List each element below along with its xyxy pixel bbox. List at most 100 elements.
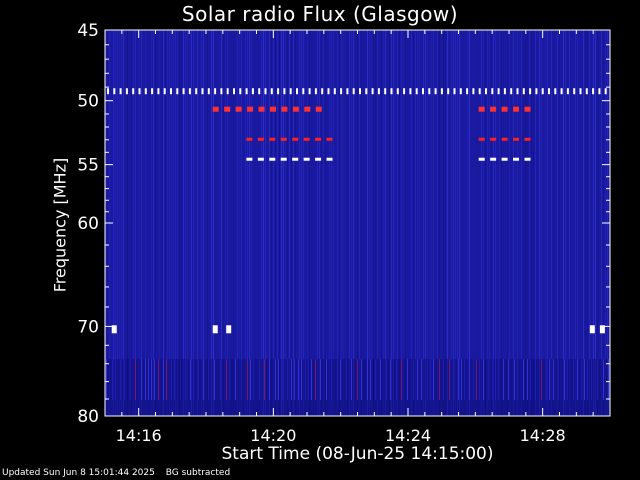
noise-streak bbox=[381, 30, 382, 416]
noise-streak bbox=[313, 30, 314, 416]
low-band-streak bbox=[584, 359, 585, 400]
noise-streak bbox=[247, 30, 248, 416]
noise-streak bbox=[205, 30, 206, 416]
noise-streak bbox=[405, 30, 406, 416]
low-band-streak bbox=[361, 359, 362, 400]
noise-streak bbox=[119, 30, 120, 416]
noise-streak bbox=[327, 30, 328, 416]
noise-streak bbox=[179, 30, 180, 416]
low-band-streak bbox=[407, 359, 408, 400]
noise-streak bbox=[357, 30, 358, 416]
rfi-dot bbox=[132, 88, 135, 95]
rfi-dash bbox=[524, 106, 531, 112]
noise-streak bbox=[579, 30, 580, 416]
noise-streak bbox=[315, 30, 316, 416]
rfi-dash bbox=[235, 106, 242, 112]
rfi-dot bbox=[503, 88, 506, 95]
rfi-dot bbox=[201, 88, 204, 95]
noise-streak bbox=[215, 30, 216, 416]
rfi-spot bbox=[226, 325, 232, 334]
rfi-dash bbox=[478, 137, 485, 141]
low-band-streak bbox=[275, 359, 276, 400]
rfi-dash bbox=[224, 106, 231, 112]
rfi-dot bbox=[151, 88, 154, 95]
rfi-dot bbox=[548, 88, 550, 95]
noise-streak bbox=[547, 30, 548, 416]
rfi-dot bbox=[340, 88, 343, 95]
noise-streak bbox=[237, 30, 238, 416]
low-band-streak bbox=[530, 359, 531, 400]
x-axis-label: Start Time (08-Jun-25 14:15:00) bbox=[221, 444, 494, 464]
noise-streak bbox=[477, 30, 478, 416]
noise-streak bbox=[133, 30, 134, 416]
noise-streak bbox=[167, 30, 168, 416]
low-band-streak bbox=[171, 359, 172, 400]
low-band-streak bbox=[135, 359, 136, 400]
noise-streak bbox=[597, 30, 598, 416]
rfi-dot bbox=[396, 88, 399, 95]
low-band-streak bbox=[577, 359, 578, 400]
rfi-dot bbox=[138, 88, 141, 95]
noise-streak bbox=[123, 30, 124, 416]
noise-streak bbox=[311, 30, 312, 416]
low-band-streak bbox=[148, 359, 149, 400]
rfi-dot bbox=[233, 88, 235, 95]
noise-streak bbox=[157, 30, 158, 416]
noise-streak bbox=[469, 30, 470, 416]
rfi-dot bbox=[510, 88, 513, 95]
noise-streak bbox=[451, 30, 452, 416]
noise-streak bbox=[353, 30, 354, 416]
low-band-streak bbox=[453, 359, 454, 400]
noise-streak bbox=[277, 30, 278, 416]
noise-streak bbox=[281, 30, 282, 416]
noise-streak bbox=[265, 30, 266, 416]
rfi-dash bbox=[269, 106, 276, 112]
noise-streak bbox=[207, 30, 208, 416]
noise-streak bbox=[163, 30, 164, 416]
x-tick-label: 14:28 bbox=[520, 426, 566, 445]
rfi-dot bbox=[182, 88, 185, 95]
noise-streak bbox=[149, 30, 150, 416]
x-tick-label: 14:16 bbox=[116, 426, 162, 445]
noise-streak bbox=[263, 30, 264, 416]
rfi-dash bbox=[513, 106, 520, 112]
noise-streak bbox=[333, 30, 334, 416]
low-band-streak bbox=[158, 359, 159, 400]
noise-streak bbox=[323, 30, 324, 416]
noise-streak bbox=[251, 30, 252, 416]
noise-streak bbox=[481, 30, 482, 416]
noise-streak bbox=[565, 30, 566, 416]
low-band-streak bbox=[174, 359, 175, 400]
low-band-streak bbox=[367, 359, 368, 400]
rfi-dot bbox=[522, 88, 525, 95]
low-band-streak bbox=[386, 359, 387, 400]
rfi-dash bbox=[478, 106, 485, 112]
noise-streak bbox=[217, 30, 218, 416]
rfi-dot bbox=[472, 88, 475, 95]
low-band-streak bbox=[597, 359, 598, 400]
low-band-streak bbox=[488, 359, 489, 400]
noise-streak bbox=[585, 30, 586, 416]
noise-streak bbox=[587, 30, 588, 416]
rfi-dash bbox=[513, 137, 520, 141]
low-band-streak bbox=[247, 359, 248, 400]
noise-streak bbox=[117, 30, 118, 416]
noise-streak bbox=[449, 30, 450, 416]
low-band-streak bbox=[430, 359, 431, 400]
noise-streak bbox=[379, 30, 380, 416]
noise-streak bbox=[447, 30, 448, 416]
noise-streak bbox=[423, 30, 424, 416]
noise-streak bbox=[175, 30, 176, 416]
rfi-dot bbox=[113, 88, 116, 95]
low-band-streak bbox=[269, 359, 270, 400]
rfi-dot bbox=[245, 88, 248, 95]
rfi-dot bbox=[289, 88, 292, 95]
noise-streak bbox=[523, 30, 524, 416]
low-band-streak bbox=[298, 359, 299, 400]
low-band-streak bbox=[608, 359, 609, 400]
noise-streak bbox=[501, 30, 502, 416]
rfi-spot bbox=[212, 325, 218, 334]
low-band-streak bbox=[163, 359, 164, 400]
noise-streak bbox=[285, 30, 286, 416]
noise-streak bbox=[325, 30, 326, 416]
